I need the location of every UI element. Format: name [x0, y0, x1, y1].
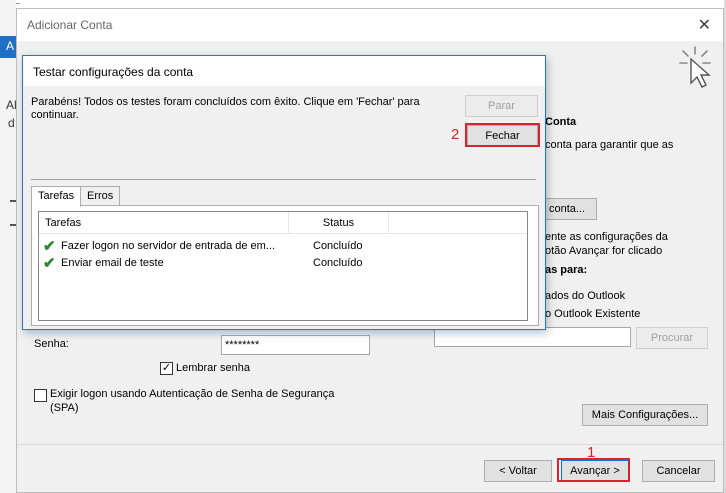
cancel-button[interactable]: Cancelar — [642, 460, 715, 482]
column-header-status[interactable]: Status — [289, 212, 389, 234]
window-title: Adicionar Conta — [27, 18, 113, 32]
task-name: Fazer logon no servidor de entrada de em… — [61, 240, 276, 252]
remember-password-label: Lembrar senha — [176, 362, 250, 374]
info-text: conta para garantir que as — [545, 139, 674, 151]
dialog-titlebar: Testar configurações da conta — [23, 56, 545, 86]
tasks-panel: Tarefas Status ✔ Fazer logon no servidor… — [31, 205, 539, 326]
option-existing-data-file[interactable]: o Outlook Existente — [545, 308, 640, 320]
more-settings-button[interactable]: Mais Configurações... — [582, 404, 708, 426]
dialog-message: Parabéns! Todos os testes foram concluíd… — [31, 96, 420, 121]
background-app-strip: A Al d — [0, 0, 17, 493]
dialog-title: Testar configurações da conta — [33, 65, 194, 79]
window-titlebar: Adicionar Conta ✕ — [17, 9, 723, 41]
tab-tasks[interactable]: Tarefas — [31, 186, 82, 207]
back-button[interactable]: < Voltar — [484, 460, 552, 482]
check-icon: ✔ — [43, 255, 56, 272]
check-icon: ✔ — [43, 238, 56, 255]
footer-divider — [17, 444, 723, 445]
info-text: otão Avançar for clicado — [545, 245, 663, 257]
deliver-to-label: as para: — [545, 264, 588, 276]
password-label: Senha: — [34, 338, 69, 350]
column-header-tasks[interactable]: Tarefas — [39, 212, 289, 234]
password-value: ******** — [225, 339, 260, 351]
stop-button[interactable]: Parar — [465, 95, 538, 117]
highlight-close — [465, 123, 540, 147]
annotation-number: 1 — [587, 444, 596, 461]
dialog-separator — [31, 179, 536, 180]
remember-password-checkbox[interactable]: ✓ — [160, 362, 173, 375]
info-text: ente as configurações da — [545, 231, 668, 243]
list-header: Tarefas Status — [39, 212, 527, 234]
annotation-number: 2 — [451, 126, 460, 143]
spa-checkbox[interactable] — [34, 389, 47, 402]
test-settings-heading: Conta — [545, 116, 577, 128]
task-status: Concluído — [313, 240, 363, 252]
background-tab: A — [0, 36, 16, 58]
background-text: d — [8, 116, 15, 130]
test-account-settings-button[interactable]: conta... — [537, 198, 597, 220]
tasks-list: Tarefas Status ✔ Fazer logon no servidor… — [38, 211, 528, 321]
browse-button[interactable]: Procurar — [636, 327, 708, 349]
cursor-click-icon — [679, 46, 711, 88]
tab-errors[interactable]: Erros — [80, 186, 121, 206]
test-account-settings-dialog: Testar configurações da conta Parabéns! … — [22, 55, 546, 330]
close-icon[interactable]: ✕ — [698, 15, 711, 35]
existing-file-path-field[interactable] — [434, 327, 631, 347]
spa-label-cont: (SPA) — [50, 402, 79, 414]
table-row[interactable]: ✔ Enviar email de teste Concluído — [39, 255, 527, 273]
password-field[interactable]: ******** — [221, 335, 370, 355]
task-name: Enviar email de teste — [61, 257, 164, 269]
task-status: Concluído — [313, 257, 363, 269]
spa-label: Exigir logon usando Autenticação de Senh… — [50, 388, 335, 400]
table-row[interactable]: ✔ Fazer logon no servidor de entrada de … — [39, 238, 527, 256]
highlight-next — [557, 458, 630, 482]
option-new-data-file[interactable]: ados do Outlook — [545, 290, 625, 302]
